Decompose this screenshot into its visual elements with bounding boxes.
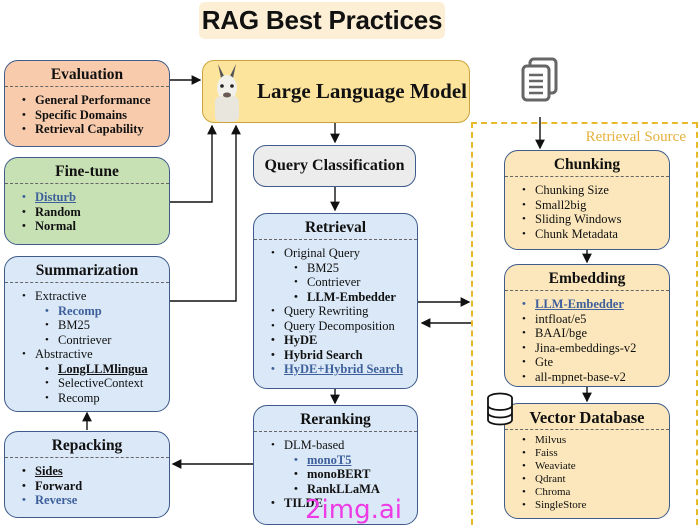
vector-database-item: Qdrant xyxy=(505,473,669,486)
summarization-item: Recomp xyxy=(5,391,169,406)
embedding-item: BAAI/bge xyxy=(505,326,669,341)
arrow-finetune-to-llm xyxy=(170,124,217,203)
watermark: 2img.ai xyxy=(305,495,403,525)
vector-database-item: Faiss xyxy=(505,447,669,460)
chunking-item: Chunking Size xyxy=(505,183,669,198)
arrow-summarization-to-llm xyxy=(170,124,241,302)
vector-database-item: Milvus xyxy=(505,434,669,447)
retrieval-item: Contriever xyxy=(254,275,417,290)
retrieval-item: LLM-Embedder xyxy=(254,290,417,305)
retrieval-item: BM25 xyxy=(254,261,417,276)
finetune-item: Normal xyxy=(5,219,169,234)
summarization-item: LongLLMlingua xyxy=(5,362,169,377)
chunking-item: Chunk Metadata xyxy=(505,227,669,242)
embedding-item: Jina-embeddings-v2 xyxy=(505,341,669,356)
reranking-item: monoT5 xyxy=(254,453,417,468)
retrieval-item: Original Query xyxy=(254,246,417,261)
retrieval-source-label: Retrieval Source xyxy=(585,129,686,145)
retrieval-box[interactable]: Retrieval Original Query BM25 Contriever… xyxy=(253,213,418,389)
evaluation-box[interactable]: Evaluation General Performance Specific … xyxy=(4,60,170,147)
summarization-title: Summarization xyxy=(5,257,169,283)
chunking-box[interactable]: Chunking Chunking Size Small2big Sliding… xyxy=(504,150,670,250)
vector-database-item: Chroma xyxy=(505,486,669,499)
summarization-item: Abstractive xyxy=(5,347,169,362)
repacking-item: Reverse xyxy=(5,493,169,508)
retrieval-item: HyDE+Hybrid Search xyxy=(254,362,417,377)
vector-database-box[interactable]: Vector Database Milvus Faiss Weaviate Qd… xyxy=(504,403,670,519)
llama-icon xyxy=(215,63,239,122)
evaluation-item: Retrieval Capability xyxy=(5,122,169,137)
vector-database-item: Weaviate xyxy=(505,460,669,473)
embedding-item: LLM-Embedder xyxy=(505,297,669,312)
reranking-item: DLM-based xyxy=(254,438,417,453)
vector-database-item: SingleStore xyxy=(505,499,669,512)
embedding-item: intfloat/e5 xyxy=(505,312,669,327)
chunking-title: Chunking xyxy=(505,151,669,177)
embedding-item: Gte xyxy=(505,355,669,370)
documents-icon xyxy=(521,57,558,102)
evaluation-item: General Performance xyxy=(5,93,169,108)
llm-box[interactable]: Large Language Model xyxy=(202,60,470,123)
page-title: RAG Best Practices xyxy=(201,5,443,35)
embedding-title: Embedding xyxy=(505,265,669,291)
finetune-title: Fine-tune xyxy=(5,158,169,184)
summarization-item: BM25 xyxy=(5,318,169,333)
repacking-box[interactable]: Repacking Sides Forward Reverse xyxy=(4,431,170,518)
retrieval-item: Hybrid Search xyxy=(254,348,417,363)
reranking-item: monoBERT xyxy=(254,467,417,482)
chunking-item: Small2big xyxy=(505,198,669,213)
page-title-banner: RAG Best Practices xyxy=(199,2,445,39)
repacking-item: Sides xyxy=(5,464,169,479)
embedding-item: all-mpnet-base-v2 xyxy=(505,370,669,385)
vector-database-title: Vector Database xyxy=(505,404,669,430)
retrieval-item: Query Rewriting xyxy=(254,304,417,319)
summarization-item: SelectiveContext xyxy=(5,376,169,391)
retrieval-item: HyDE xyxy=(254,333,417,348)
reranking-item: RankLLaMA xyxy=(254,482,417,497)
retrieval-item: Query Decomposition xyxy=(254,319,417,334)
evaluation-title: Evaluation xyxy=(5,61,169,87)
query-classification-label: Query Classification xyxy=(264,157,405,174)
finetune-item-disturb: Disturb xyxy=(5,190,169,205)
llm-label: Large Language Model xyxy=(257,79,467,103)
finetune-box[interactable]: Fine-tune Disturb Random Normal xyxy=(4,157,170,245)
database-icon xyxy=(487,392,513,426)
repacking-item: Forward xyxy=(5,479,169,494)
summarization-item: Recomp xyxy=(5,304,169,319)
summarization-box[interactable]: Summarization Extractive Recomp BM25 Con… xyxy=(4,256,170,412)
repacking-title: Repacking xyxy=(5,432,169,458)
reranking-title: Reranking xyxy=(254,406,417,432)
embedding-box[interactable]: Embedding LLM-Embedder intfloat/e5 BAAI/… xyxy=(504,264,670,387)
summarization-item: Extractive xyxy=(5,289,169,304)
retrieval-title: Retrieval xyxy=(254,214,417,240)
finetune-item: Random xyxy=(5,205,169,220)
summarization-item: Contriever xyxy=(5,333,169,348)
query-classification-box[interactable]: Query Classification xyxy=(253,145,416,187)
chunking-item: Sliding Windows xyxy=(505,212,669,227)
evaluation-item: Specific Domains xyxy=(5,108,169,123)
